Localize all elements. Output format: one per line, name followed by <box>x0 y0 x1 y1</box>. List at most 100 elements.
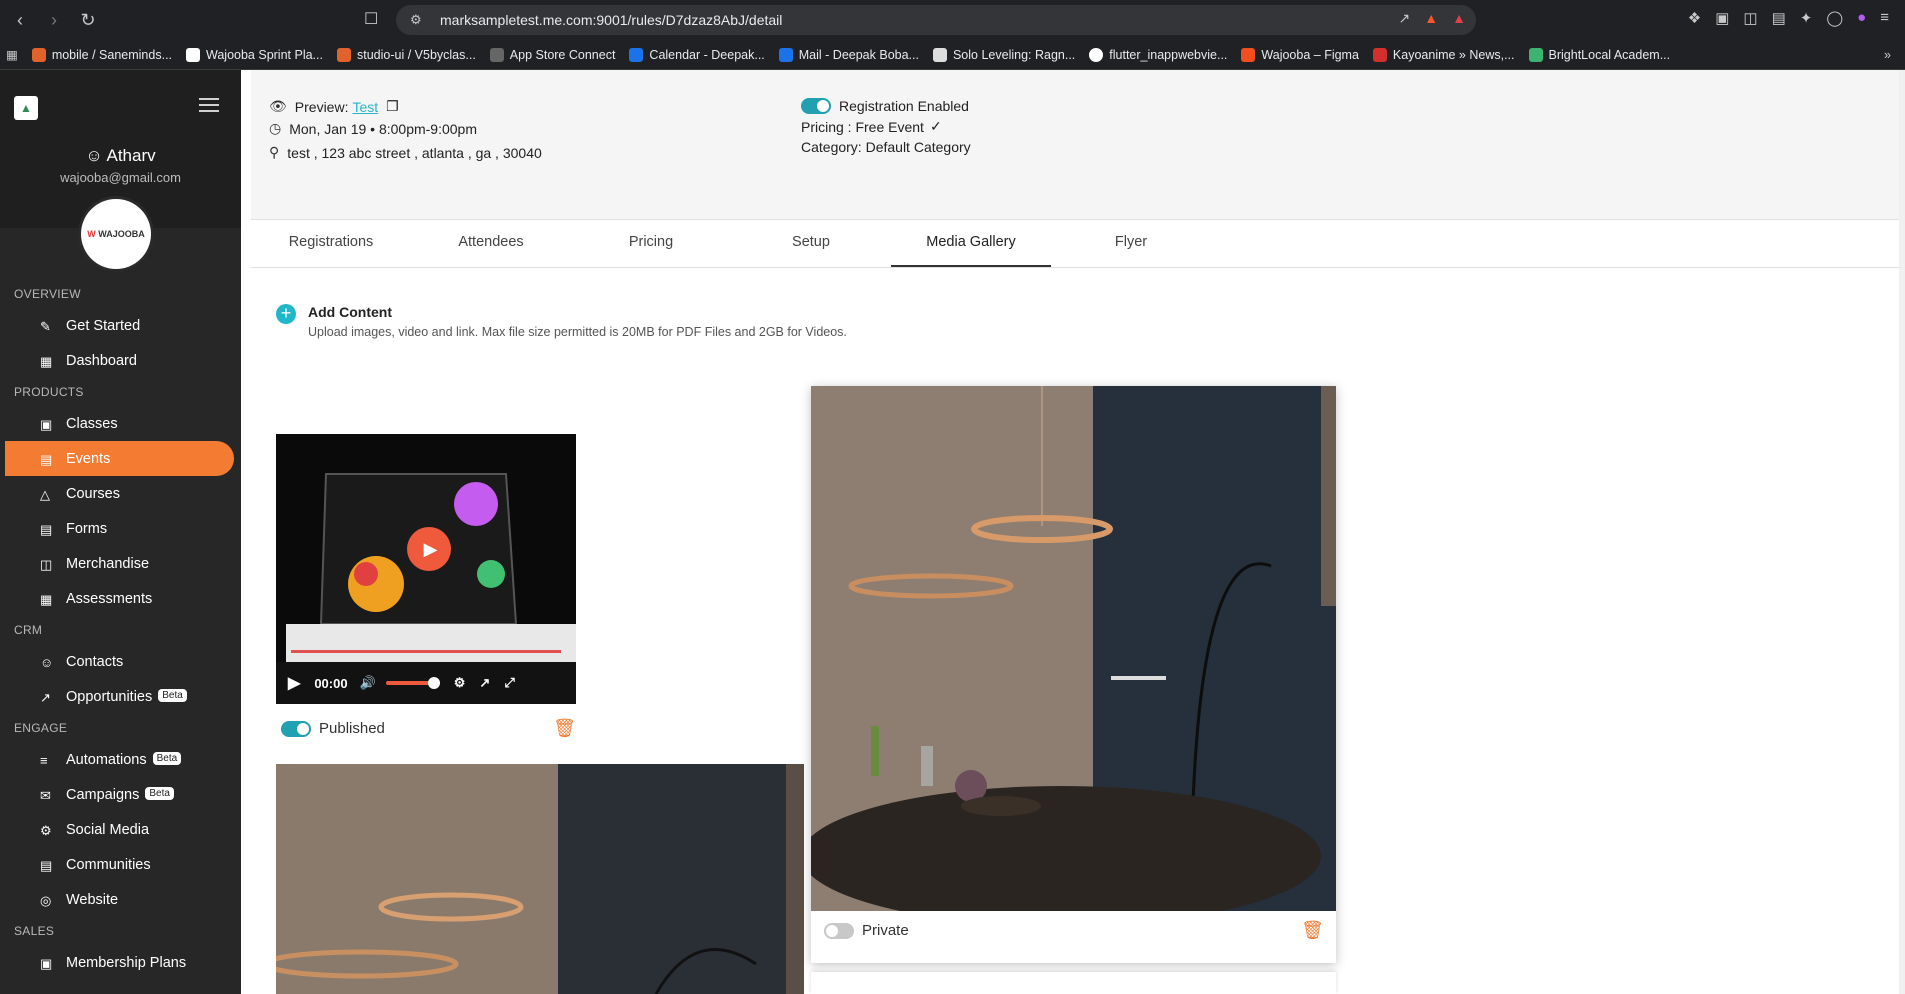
bookmark-item[interactable]: Kayoanime » News,... <box>1372 47 1515 62</box>
bookmark-item[interactable]: Calendar - Deepak... <box>629 47 765 62</box>
calendar-icon: ▣ <box>40 416 53 432</box>
published-label: Published <box>319 720 385 737</box>
image-thumbnail[interactable] <box>801 386 1336 926</box>
sidebar-item-membership-plans[interactable]: ▣ Membership Plans <box>0 945 241 980</box>
address-bar[interactable]: ☐ ⚙ marksampletest.me.com:9001/rules/D7d… <box>364 5 1476 35</box>
brave-shield-icon[interactable]: ▲ <box>1424 10 1438 27</box>
bookmark-item[interactable]: Wajooba Sprint Pla... <box>186 47 323 62</box>
section-overview: OVERVIEW <box>14 287 81 301</box>
add-content-section: + Add Content Upload images, video and l… <box>276 304 847 339</box>
screenshot-icon[interactable]: ▣ <box>1715 9 1729 27</box>
leo-icon[interactable]: ✦ <box>1800 9 1813 27</box>
fullscreen-icon[interactable]: ⤢ <box>504 675 514 691</box>
bookmark-item[interactable]: Wajooba – Figma <box>1241 47 1359 62</box>
preview-row: 👁 Preview: Test ❐ <box>269 98 399 115</box>
rewards-icon[interactable]: ▲ <box>1452 10 1466 27</box>
tab-bar: Registrations Attendees Pricing Setup Me… <box>251 220 1903 268</box>
registration-toggle[interactable] <box>801 98 831 114</box>
user-email: wajooba@gmail.com <box>60 170 181 185</box>
sidebar-item-dashboard[interactable]: ▦ Dashboard <box>0 343 241 378</box>
apps-icon[interactable]: ▦ <box>6 47 18 62</box>
video-time: 00:00 <box>314 675 348 691</box>
membership-icon: ▣ <box>40 955 53 971</box>
tab-registrations[interactable]: Registrations <box>251 220 411 267</box>
sidebar-item-opportunities[interactable]: ↗ Opportunities Beta <box>0 679 241 714</box>
settings-icon[interactable]: ⚙ <box>454 675 466 691</box>
user-circle-icon: ☺ <box>85 146 103 165</box>
delete-video-icon[interactable]: 🗑 <box>553 718 576 739</box>
more-bookmarks-icon[interactable]: » <box>1884 48 1891 62</box>
section-products: PRODUCTS <box>14 385 84 399</box>
profile-icon[interactable]: ● <box>1857 9 1866 27</box>
play-icon[interactable]: ▶ <box>288 673 300 693</box>
tab-media-gallery[interactable]: Media Gallery <box>891 220 1051 267</box>
clock-icon: ◷ <box>269 120 282 136</box>
hamburger-menu-icon[interactable] <box>199 98 219 116</box>
main-content: 👁 Preview: Test ❐ ◷ Mon, Jan 19 • 8:00pm… <box>241 70 1905 994</box>
bookmark-item[interactable]: Mail - Deepak Boba... <box>778 47 919 62</box>
automations-icon: ≡ <box>40 752 48 768</box>
tab-pricing[interactable]: Pricing <box>571 220 731 267</box>
menu-icon[interactable]: ≡ <box>1880 9 1889 27</box>
section-engage: ENGAGE <box>14 721 68 735</box>
event-icon: ▤ <box>40 451 53 467</box>
sidebar-item-website[interactable]: ◎ Website <box>0 882 241 917</box>
bookmark-item[interactable]: App Store Connect <box>489 47 615 62</box>
sidebar-item-courses[interactable]: △ Courses <box>0 476 241 511</box>
sidebar-item-get-started[interactable]: ✎ Get Started <box>0 308 241 343</box>
copy-icon[interactable]: ❐ <box>386 98 399 115</box>
avatar[interactable]: W WAJOOBA <box>81 199 151 269</box>
sidebar-item-forms[interactable]: ▤ Forms <box>0 511 241 546</box>
private-toggle[interactable] <box>824 922 854 939</box>
wallet-icon[interactable]: ▤ <box>1772 9 1786 27</box>
communities-icon: ▤ <box>40 857 53 873</box>
published-toggle[interactable] <box>281 720 311 737</box>
bookmark-item[interactable]: BrightLocal Academ... <box>1528 47 1670 62</box>
sidebar-item-events[interactable]: ▤ Events <box>5 441 234 476</box>
bookmark-item[interactable]: studio-ui / V5byclas... <box>336 47 476 62</box>
add-content-button[interactable]: + <box>276 304 296 324</box>
mail-icon: ✉ <box>40 787 51 803</box>
share-icon[interactable]: ↗ <box>1399 10 1411 27</box>
bookmark-item[interactable]: Solo Leveling: Ragn... <box>932 47 1075 62</box>
sidebar-item-communities[interactable]: ▤ Communities <box>0 847 241 882</box>
image-thumbnail[interactable] <box>276 764 804 994</box>
sidebar-item-classes[interactable]: ▣ Classes <box>0 406 241 441</box>
sidebar-item-automations[interactable]: ≡ Automations Beta <box>0 742 241 777</box>
extensions-icon[interactable]: ❖ <box>1688 9 1701 27</box>
external-link-icon[interactable]: ↗ <box>479 675 490 691</box>
browser-toolbar: ‹ › ↻ ☐ ⚙ marksampletest.me.com:9001/rul… <box>0 0 1905 40</box>
sidebar-item-social-media[interactable]: ⚙ Social Media <box>0 812 241 847</box>
sidebar-item-campaigns[interactable]: ✉ Campaigns Beta <box>0 777 241 812</box>
reload-icon[interactable]: ↻ <box>74 6 102 34</box>
tab-flyer[interactable]: Flyer <box>1051 220 1211 267</box>
volume-icon[interactable]: 🔊 <box>360 675 376 691</box>
image-status-row: Private 🗑 <box>824 920 1324 941</box>
tab-setup[interactable]: Setup <box>731 220 891 267</box>
preview-link[interactable]: Test <box>352 99 378 115</box>
sidebar-item-assessments[interactable]: ▦ Assessments <box>0 581 241 616</box>
play-overlay-button[interactable]: ▶ <box>407 527 451 571</box>
address-row: ⚲ test , 123 abc street , atlanta , ga ,… <box>269 144 542 161</box>
bookmark-item[interactable]: flutter_inappwebvie... <box>1089 47 1227 62</box>
sidebar-item-contacts[interactable]: ☺ Contacts <box>0 644 241 679</box>
page-scrollbar[interactable] <box>1899 70 1905 994</box>
video-player[interactable]: ▶ ▶ 00:00 🔊 ⚙ ↗ ⤢ <box>276 434 576 704</box>
app-logo[interactable]: ▲ <box>14 96 38 120</box>
forward-icon[interactable]: › <box>40 6 68 34</box>
user-name: ☺ Atharv <box>85 146 156 165</box>
bookmark-item[interactable]: mobile / Saneminds... <box>31 47 172 62</box>
vpn-icon[interactable]: ◯ <box>1826 9 1843 27</box>
site-settings-icon[interactable]: ⚙ <box>410 12 428 28</box>
sidebar-toggle-icon[interactable]: ◫ <box>1743 9 1757 27</box>
sidebar-item-merchandise[interactable]: ◫ Merchandise <box>0 546 241 581</box>
delete-image-icon[interactable]: 🗑 <box>1301 920 1324 941</box>
bookmark-icon[interactable]: ☐ <box>364 9 384 31</box>
volume-slider[interactable] <box>385 677 440 689</box>
pricing-row: Pricing : Free Event ✓ <box>801 118 942 135</box>
tab-attendees[interactable]: Attendees <box>411 220 571 267</box>
url-text[interactable]: marksampletest.me.com:9001/rules/D7dzaz8… <box>440 12 782 28</box>
back-icon[interactable]: ‹ <box>6 6 34 34</box>
private-label: Private <box>862 922 909 939</box>
forms-icon: ▤ <box>40 521 53 537</box>
